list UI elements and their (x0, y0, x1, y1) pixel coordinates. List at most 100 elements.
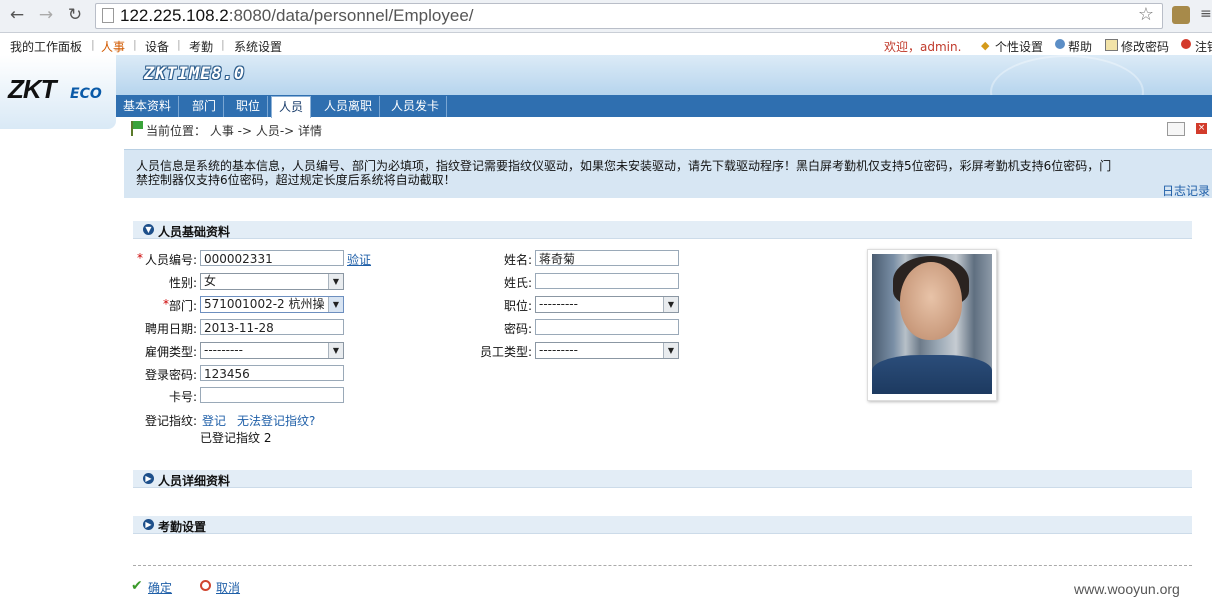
menu-device[interactable]: 设备 (145, 38, 169, 55)
change-password-icon (1105, 39, 1118, 51)
url-text: 122.225.108.2:8080/data/personnel/Employ… (120, 6, 474, 26)
dropdown-arrow-icon: ▼ (328, 343, 343, 358)
breadcrumb: 当前位置： 人事 -> 人员-> 详情 (146, 124, 323, 138)
page-icon (102, 8, 114, 23)
bookmark-star-icon[interactable]: ☆ (1138, 4, 1154, 25)
logout-icon (1181, 39, 1191, 49)
fp-register-link[interactable]: 登记 (202, 412, 226, 429)
dropdown-arrow-icon: ▼ (328, 297, 343, 312)
position-value: --------- (539, 297, 578, 311)
gender-select[interactable]: 女 ▼ (200, 273, 344, 290)
section-detail-title: 人员详细资料 (158, 474, 231, 488)
dept-select[interactable]: 571001002-2 杭州操 ▼ (200, 296, 344, 313)
close-icon[interactable]: × (1196, 123, 1207, 134)
verify-link[interactable]: 验证 (347, 251, 371, 268)
hire-date-input[interactable]: 2013-11-28 (200, 319, 344, 335)
fp-label: 登记指纹: (145, 414, 198, 428)
login-pwd-label: 登录密码: (145, 368, 198, 382)
watermark: www.wooyun.org (1074, 581, 1180, 597)
emp-no-label: 人员编号: (145, 253, 198, 267)
emp-type-select[interactable]: --------- ▼ (200, 342, 344, 359)
dept-label: 部门: (169, 299, 198, 313)
expand-icon[interactable]: ▶ (143, 473, 154, 484)
forward-icon[interactable]: → (36, 5, 56, 25)
address-bar[interactable]: 122.225.108.2:8080/data/personnel/Employ… (95, 3, 1163, 29)
position-label: 职位: (504, 299, 533, 313)
password-input[interactable] (535, 319, 679, 335)
dropdown-arrow-icon: ▼ (328, 274, 343, 289)
emp-type-value: --------- (204, 343, 243, 357)
logo-text: ZKT (8, 74, 57, 104)
card-label: 卡号: (169, 390, 198, 404)
dept-value: 571001002-2 杭州操 (204, 297, 325, 311)
dropdown-arrow-icon: ▼ (663, 343, 678, 358)
login-pwd-input[interactable]: 123456 (200, 365, 344, 381)
password-label: 密码: (504, 322, 533, 336)
tab-resignation[interactable]: 人员离职 (317, 96, 381, 117)
personal-settings-icon: ◆ (981, 39, 990, 52)
footer-divider (133, 565, 1192, 566)
section-basic-title: 人员基础资料 (158, 225, 231, 239)
menu-separator: | (133, 38, 137, 51)
tab-card-issue[interactable]: 人员发卡 (384, 96, 448, 117)
card-input[interactable] (200, 387, 344, 403)
help-icon (1055, 39, 1065, 49)
help-link[interactable]: 帮助 (1068, 38, 1092, 55)
emp-type-label: 雇佣类型: (145, 345, 198, 359)
section-attendance-header[interactable] (133, 516, 1192, 534)
reload-icon[interactable]: ↻ (65, 5, 85, 25)
menu-attendance[interactable]: 考勤 (189, 38, 213, 55)
hire-date-label: 聘用日期: (145, 322, 198, 336)
fp-cannot-link[interactable]: 无法登记指纹? (237, 412, 315, 429)
collapse-icon[interactable]: ▼ (143, 224, 154, 235)
fp-registered-text: 已登记指纹 2 (200, 431, 272, 445)
expand-icon[interactable]: ▶ (143, 519, 154, 530)
log-record-link[interactable]: 日志记录 (1162, 182, 1210, 199)
menu-system-settings[interactable]: 系统设置 (234, 38, 282, 55)
section-basic-header[interactable] (133, 221, 1192, 239)
logo-sub: ECO (70, 86, 102, 102)
tab-position[interactable]: 职位 (229, 96, 269, 117)
required-mark: * (137, 251, 143, 265)
name-label: 姓名: (504, 253, 533, 267)
menu-personnel[interactable]: 人事 (101, 38, 125, 55)
tab-personnel[interactable]: 人员 (271, 96, 312, 118)
menu-my-dashboard[interactable]: 我的工作面板 (10, 38, 82, 55)
logout-link[interactable]: 注销 (1195, 38, 1212, 55)
cancel-icon (200, 580, 211, 591)
menu-separator: | (177, 38, 181, 51)
check-icon: ✔ (131, 578, 143, 594)
welcome-text: 欢迎，admin. (884, 40, 962, 54)
dropdown-arrow-icon: ▼ (663, 297, 678, 312)
photo-face (900, 262, 962, 340)
change-password-link[interactable]: 修改密码 (1121, 38, 1169, 55)
staff-type-label: 员工类型: (480, 345, 533, 359)
app-title: ZKTIME8.0 (144, 64, 246, 84)
gender-value: 女 (204, 274, 217, 288)
flag-icon (133, 121, 143, 129)
tab-basic-info[interactable]: 基本资料 (116, 96, 180, 117)
confirm-button[interactable]: 确定 (148, 579, 172, 596)
cancel-button[interactable]: 取消 (216, 579, 240, 596)
back-icon[interactable]: ← (7, 5, 27, 25)
position-select[interactable]: --------- ▼ (535, 296, 679, 313)
personal-settings-link[interactable]: 个性设置 (995, 38, 1043, 55)
info-text: 人员信息是系统的基本信息，人员编号、部门为必填项，指纹登记需要指纹仪驱动，如果您… (136, 159, 1112, 187)
section-detail-header[interactable] (133, 470, 1192, 488)
staff-type-value: --------- (539, 343, 578, 357)
menu-icon[interactable]: ≡ (1200, 4, 1212, 26)
url-path: :8080/data/personnel/Employee/ (228, 6, 474, 25)
surname-input[interactable] (535, 273, 679, 289)
menu-separator: | (91, 38, 95, 51)
name-input[interactable]: 蒋奇菊 (535, 250, 679, 266)
extension-icon[interactable] (1172, 6, 1190, 24)
surname-label: 姓氏: (504, 276, 533, 290)
tab-department[interactable]: 部门 (185, 96, 225, 117)
emp-no-input[interactable]: 000002331 (200, 250, 344, 266)
photo-shirt (872, 355, 992, 394)
gender-label: 性别: (169, 276, 198, 290)
menu-separator: | (221, 38, 225, 51)
section-attendance-title: 考勤设置 (158, 520, 207, 534)
staff-type-select[interactable]: --------- ▼ (535, 342, 679, 359)
edit-icon[interactable] (1167, 122, 1185, 136)
